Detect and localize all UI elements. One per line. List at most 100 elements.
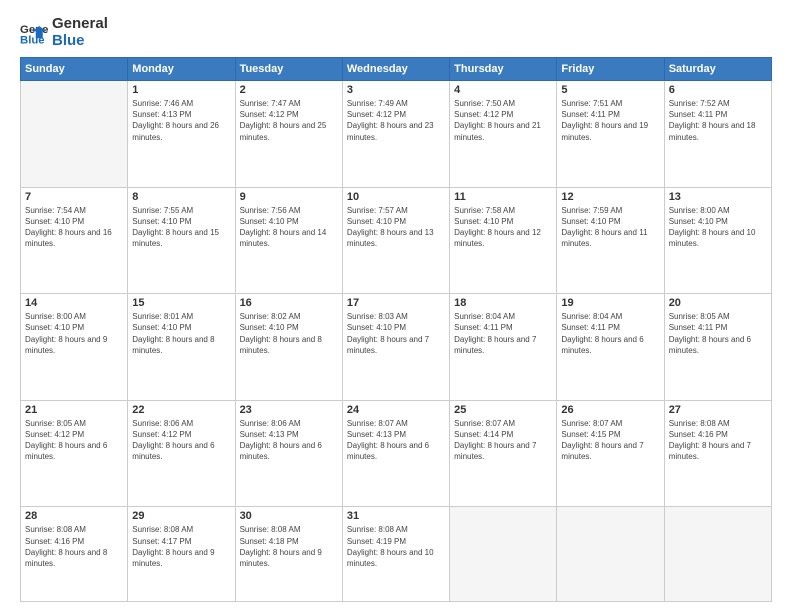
day-number: 16	[240, 297, 338, 309]
calendar-cell: 10 Sunrise: 7:57 AMSunset: 4:10 PMDayligh…	[342, 187, 449, 294]
calendar-table: SundayMondayTuesdayWednesdayThursdayFrid…	[20, 57, 772, 602]
day-info: Sunrise: 7:50 AMSunset: 4:12 PMDaylight:…	[454, 98, 552, 143]
day-number: 11	[454, 191, 552, 203]
calendar-cell: 29 Sunrise: 8:08 AMSunset: 4:17 PMDayligh…	[128, 507, 235, 602]
calendar-cell	[557, 507, 664, 602]
logo: General Blue General Blue	[20, 16, 108, 49]
day-info: Sunrise: 7:57 AMSunset: 4:10 PMDaylight:…	[347, 205, 445, 250]
calendar-cell: 1 Sunrise: 7:46 AMSunset: 4:13 PMDaylight…	[128, 81, 235, 188]
day-info: Sunrise: 8:08 AMSunset: 4:16 PMDaylight:…	[25, 524, 123, 569]
calendar-cell: 27 Sunrise: 8:08 AMSunset: 4:16 PMDayligh…	[664, 400, 771, 507]
calendar-cell: 28 Sunrise: 8:08 AMSunset: 4:16 PMDayligh…	[21, 507, 128, 602]
day-number: 7	[25, 191, 123, 203]
day-number: 12	[561, 191, 659, 203]
day-number: 29	[132, 510, 230, 522]
day-info: Sunrise: 7:56 AMSunset: 4:10 PMDaylight:…	[240, 205, 338, 250]
day-info: Sunrise: 8:07 AMSunset: 4:14 PMDaylight:…	[454, 418, 552, 463]
calendar-cell: 11 Sunrise: 7:58 AMSunset: 4:10 PMDayligh…	[450, 187, 557, 294]
day-number: 13	[669, 191, 767, 203]
day-number: 10	[347, 191, 445, 203]
day-info: Sunrise: 8:05 AMSunset: 4:12 PMDaylight:…	[25, 418, 123, 463]
calendar-cell: 31 Sunrise: 8:08 AMSunset: 4:19 PMDayligh…	[342, 507, 449, 602]
calendar-cell: 8 Sunrise: 7:55 AMSunset: 4:10 PMDaylight…	[128, 187, 235, 294]
day-info: Sunrise: 8:08 AMSunset: 4:19 PMDaylight:…	[347, 524, 445, 569]
day-number: 9	[240, 191, 338, 203]
day-info: Sunrise: 8:00 AMSunset: 4:10 PMDaylight:…	[669, 205, 767, 250]
day-info: Sunrise: 8:04 AMSunset: 4:11 PMDaylight:…	[561, 311, 659, 356]
day-number: 5	[561, 84, 659, 96]
weekday-monday: Monday	[128, 58, 235, 81]
week-row-4: 21 Sunrise: 8:05 AMSunset: 4:12 PMDayligh…	[21, 400, 772, 507]
generalblue-icon: General Blue	[20, 19, 48, 47]
day-info: Sunrise: 8:01 AMSunset: 4:10 PMDaylight:…	[132, 311, 230, 356]
day-number: 21	[25, 404, 123, 416]
calendar-cell: 18 Sunrise: 8:04 AMSunset: 4:11 PMDayligh…	[450, 294, 557, 401]
day-info: Sunrise: 8:05 AMSunset: 4:11 PMDaylight:…	[669, 311, 767, 356]
day-number: 31	[347, 510, 445, 522]
day-info: Sunrise: 8:06 AMSunset: 4:13 PMDaylight:…	[240, 418, 338, 463]
day-info: Sunrise: 7:58 AMSunset: 4:10 PMDaylight:…	[454, 205, 552, 250]
day-info: Sunrise: 8:08 AMSunset: 4:18 PMDaylight:…	[240, 524, 338, 569]
calendar-cell: 25 Sunrise: 8:07 AMSunset: 4:14 PMDayligh…	[450, 400, 557, 507]
day-number: 19	[561, 297, 659, 309]
day-number: 26	[561, 404, 659, 416]
day-number: 28	[25, 510, 123, 522]
day-info: Sunrise: 8:04 AMSunset: 4:11 PMDaylight:…	[454, 311, 552, 356]
day-info: Sunrise: 8:06 AMSunset: 4:12 PMDaylight:…	[132, 418, 230, 463]
day-number: 15	[132, 297, 230, 309]
day-info: Sunrise: 8:08 AMSunset: 4:16 PMDaylight:…	[669, 418, 767, 463]
calendar-cell	[450, 507, 557, 602]
week-row-1: 1 Sunrise: 7:46 AMSunset: 4:13 PMDaylight…	[21, 81, 772, 188]
calendar-cell: 19 Sunrise: 8:04 AMSunset: 4:11 PMDayligh…	[557, 294, 664, 401]
weekday-sunday: Sunday	[21, 58, 128, 81]
day-info: Sunrise: 8:07 AMSunset: 4:15 PMDaylight:…	[561, 418, 659, 463]
day-info: Sunrise: 7:49 AMSunset: 4:12 PMDaylight:…	[347, 98, 445, 143]
day-number: 6	[669, 84, 767, 96]
day-number: 30	[240, 510, 338, 522]
logo-text: General Blue	[52, 16, 108, 49]
calendar-cell: 14Sunrise: 8:00 AMSunset: 4:10 PMDayligh…	[21, 294, 128, 401]
calendar-cell: 7 Sunrise: 7:54 AMSunset: 4:10 PMDaylight…	[21, 187, 128, 294]
weekday-header-row: SundayMondayTuesdayWednesdayThursdayFrid…	[21, 58, 772, 81]
calendar-cell: 13 Sunrise: 8:00 AMSunset: 4:10 PMDayligh…	[664, 187, 771, 294]
weekday-friday: Friday	[557, 58, 664, 81]
day-number: 27	[669, 404, 767, 416]
calendar-cell: 23 Sunrise: 8:06 AMSunset: 4:13 PMDayligh…	[235, 400, 342, 507]
calendar-cell: 17Sunrise: 8:03 AMSunset: 4:10 PMDayligh…	[342, 294, 449, 401]
calendar-cell	[664, 507, 771, 602]
week-row-3: 14Sunrise: 8:00 AMSunset: 4:10 PMDayligh…	[21, 294, 772, 401]
day-number: 23	[240, 404, 338, 416]
day-info: Sunrise: 7:55 AMSunset: 4:10 PMDaylight:…	[132, 205, 230, 250]
day-number: 18	[454, 297, 552, 309]
day-info: Sunrise: 8:02 AMSunset: 4:10 PMDaylight:…	[240, 311, 338, 356]
calendar-cell: 3 Sunrise: 7:49 AMSunset: 4:12 PMDaylight…	[342, 81, 449, 188]
day-info: Sunrise: 7:52 AMSunset: 4:11 PMDaylight:…	[669, 98, 767, 143]
weekday-saturday: Saturday	[664, 58, 771, 81]
calendar-cell: 5Sunrise: 7:51 AMSunset: 4:11 PMDaylight…	[557, 81, 664, 188]
day-info: Sunrise: 7:46 AMSunset: 4:13 PMDaylight:…	[132, 98, 230, 143]
day-number: 17	[347, 297, 445, 309]
calendar-cell: 21 Sunrise: 8:05 AMSunset: 4:12 PMDayligh…	[21, 400, 128, 507]
week-row-5: 28 Sunrise: 8:08 AMSunset: 4:16 PMDayligh…	[21, 507, 772, 602]
weekday-tuesday: Tuesday	[235, 58, 342, 81]
calendar-cell: 9 Sunrise: 7:56 AMSunset: 4:10 PMDaylight…	[235, 187, 342, 294]
calendar-cell: 2 Sunrise: 7:47 AMSunset: 4:12 PMDaylight…	[235, 81, 342, 188]
day-info: Sunrise: 7:59 AMSunset: 4:10 PMDaylight:…	[561, 205, 659, 250]
day-info: Sunrise: 8:08 AMSunset: 4:17 PMDaylight:…	[132, 524, 230, 569]
day-number: 25	[454, 404, 552, 416]
calendar-cell: 22Sunrise: 8:06 AMSunset: 4:12 PMDayligh…	[128, 400, 235, 507]
day-number: 1	[132, 84, 230, 96]
day-info: Sunrise: 8:07 AMSunset: 4:13 PMDaylight:…	[347, 418, 445, 463]
header: General Blue General Blue	[20, 16, 772, 49]
day-number: 3	[347, 84, 445, 96]
day-info: Sunrise: 8:00 AMSunset: 4:10 PMDaylight:…	[25, 311, 123, 356]
day-number: 4	[454, 84, 552, 96]
day-number: 20	[669, 297, 767, 309]
day-number: 2	[240, 84, 338, 96]
calendar-cell	[21, 81, 128, 188]
day-info: Sunrise: 7:47 AMSunset: 4:12 PMDaylight:…	[240, 98, 338, 143]
weekday-wednesday: Wednesday	[342, 58, 449, 81]
day-number: 8	[132, 191, 230, 203]
calendar-cell: 24Sunrise: 8:07 AMSunset: 4:13 PMDayligh…	[342, 400, 449, 507]
day-info: Sunrise: 7:54 AMSunset: 4:10 PMDaylight:…	[25, 205, 123, 250]
